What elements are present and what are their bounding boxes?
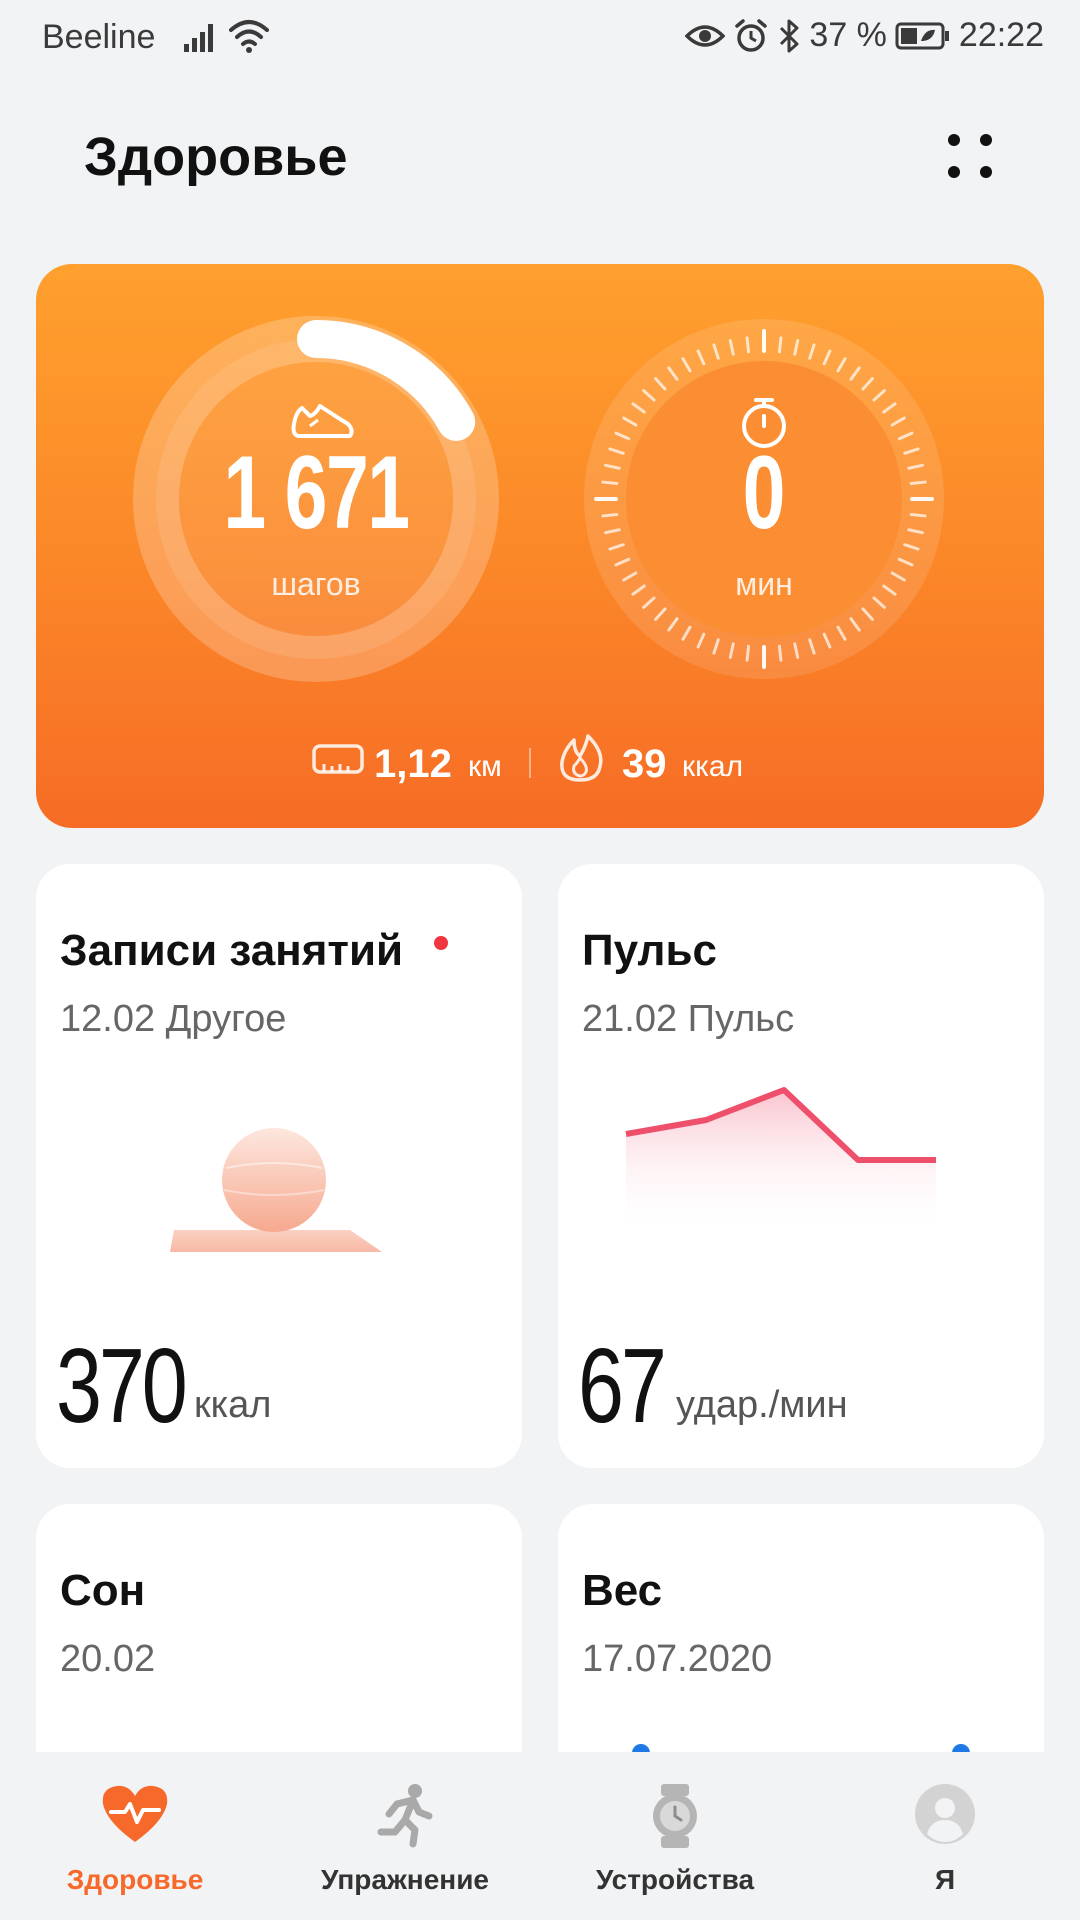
workouts-title: Записи занятий [60, 926, 404, 975]
heart-pulse-icon [102, 1785, 168, 1842]
activity-summary-card[interactable]: 1 671 шагов 0 мин 1,12 км 39 ккал [36, 264, 1044, 828]
dial-tick [601, 480, 619, 486]
heart-rate-value: 67 [578, 1327, 667, 1445]
clock-time: 22:22 [958, 16, 1044, 54]
nav-health[interactable]: Здоровье [0, 1752, 270, 1920]
bottom-navigation: Здоровье Упражнение Устройства Я [0, 1752, 1080, 1920]
distance-value: 1,12 [374, 742, 452, 786]
nav-me-label: Я [934, 1864, 956, 1895]
minutes-unit: мин [735, 566, 793, 602]
steps-unit: шагов [271, 566, 361, 602]
weight-title: Вес [582, 1566, 663, 1615]
activity-stats-row: 1,12 км 39 ккал [36, 734, 1044, 794]
weight-date: 17.07.2020 [582, 1638, 773, 1680]
sleep-title: Сон [60, 1566, 146, 1615]
notification-dot [434, 936, 448, 950]
distance-unit: км [468, 750, 502, 783]
minutes-value: 0 [742, 435, 786, 551]
more-options-button[interactable] [940, 130, 1000, 186]
nav-exercise-label: Упражнение [321, 1864, 489, 1895]
dial-tick [745, 644, 751, 662]
carrier-name: Beeline [42, 18, 156, 56]
nav-health-label: Здоровье [66, 1864, 204, 1895]
nav-exercise[interactable]: Упражнение [270, 1752, 540, 1920]
heart-rate-title: Пульс [582, 926, 717, 975]
calories-unit: ккал [682, 750, 744, 783]
running-icon [377, 1784, 433, 1848]
status-bar: Beeline 37 % 22:22 [0, 0, 1080, 76]
workouts-card[interactable]: Записи занятий 12.02 Другое 370 ккал [36, 864, 522, 1468]
heart-rate-unit: удар./мин [676, 1384, 848, 1426]
dial-tick [745, 336, 751, 354]
calories-value: 39 [622, 742, 667, 786]
nav-me[interactable]: Я [810, 1752, 1080, 1920]
sleep-date: 20.02 [60, 1638, 156, 1680]
heart-rate-date: 21.02 Пульс [582, 998, 795, 1040]
watch-icon [653, 1784, 697, 1848]
avatar-icon [915, 1784, 975, 1844]
dot-icon [980, 134, 992, 146]
dial-tick [601, 512, 619, 518]
dial-tick [777, 644, 783, 662]
dot-icon [948, 166, 960, 178]
workouts-date: 12.02 Другое [60, 998, 287, 1040]
steps-value: 1 671 [223, 435, 410, 551]
workouts-calories-value: 370 [56, 1327, 188, 1445]
alarm-icon [733, 18, 769, 54]
status-icons: 37 % 22:22 [685, 16, 1044, 55]
nav-devices[interactable]: Устройства [540, 1752, 810, 1920]
nav-devices-label: Устройства [595, 1864, 755, 1895]
dial-tick [777, 336, 783, 354]
heart-rate-sparkline [625, 1087, 936, 1234]
page-title: Здоровье [84, 127, 348, 187]
dial-tick [909, 480, 927, 486]
heart-rate-card[interactable]: Пульс 21.02 Пульс 67 удар./мин [558, 864, 1044, 1468]
workout-ball-illustration [170, 1128, 382, 1252]
health-screen: Beeline 37 % 22:22 Здоровье 1 671 шагов … [0, 0, 1080, 1920]
eye-icon [685, 20, 726, 52]
dot-icon [948, 134, 960, 146]
battery-icon [895, 21, 951, 51]
bluetooth-icon [777, 18, 801, 54]
dot-icon [980, 166, 992, 178]
battery-percent: 37 % [809, 16, 887, 54]
signal-icon [182, 20, 220, 59]
dial-tick [909, 512, 927, 518]
wifi-icon [228, 18, 270, 59]
workouts-calories-unit: ккал [194, 1384, 272, 1426]
